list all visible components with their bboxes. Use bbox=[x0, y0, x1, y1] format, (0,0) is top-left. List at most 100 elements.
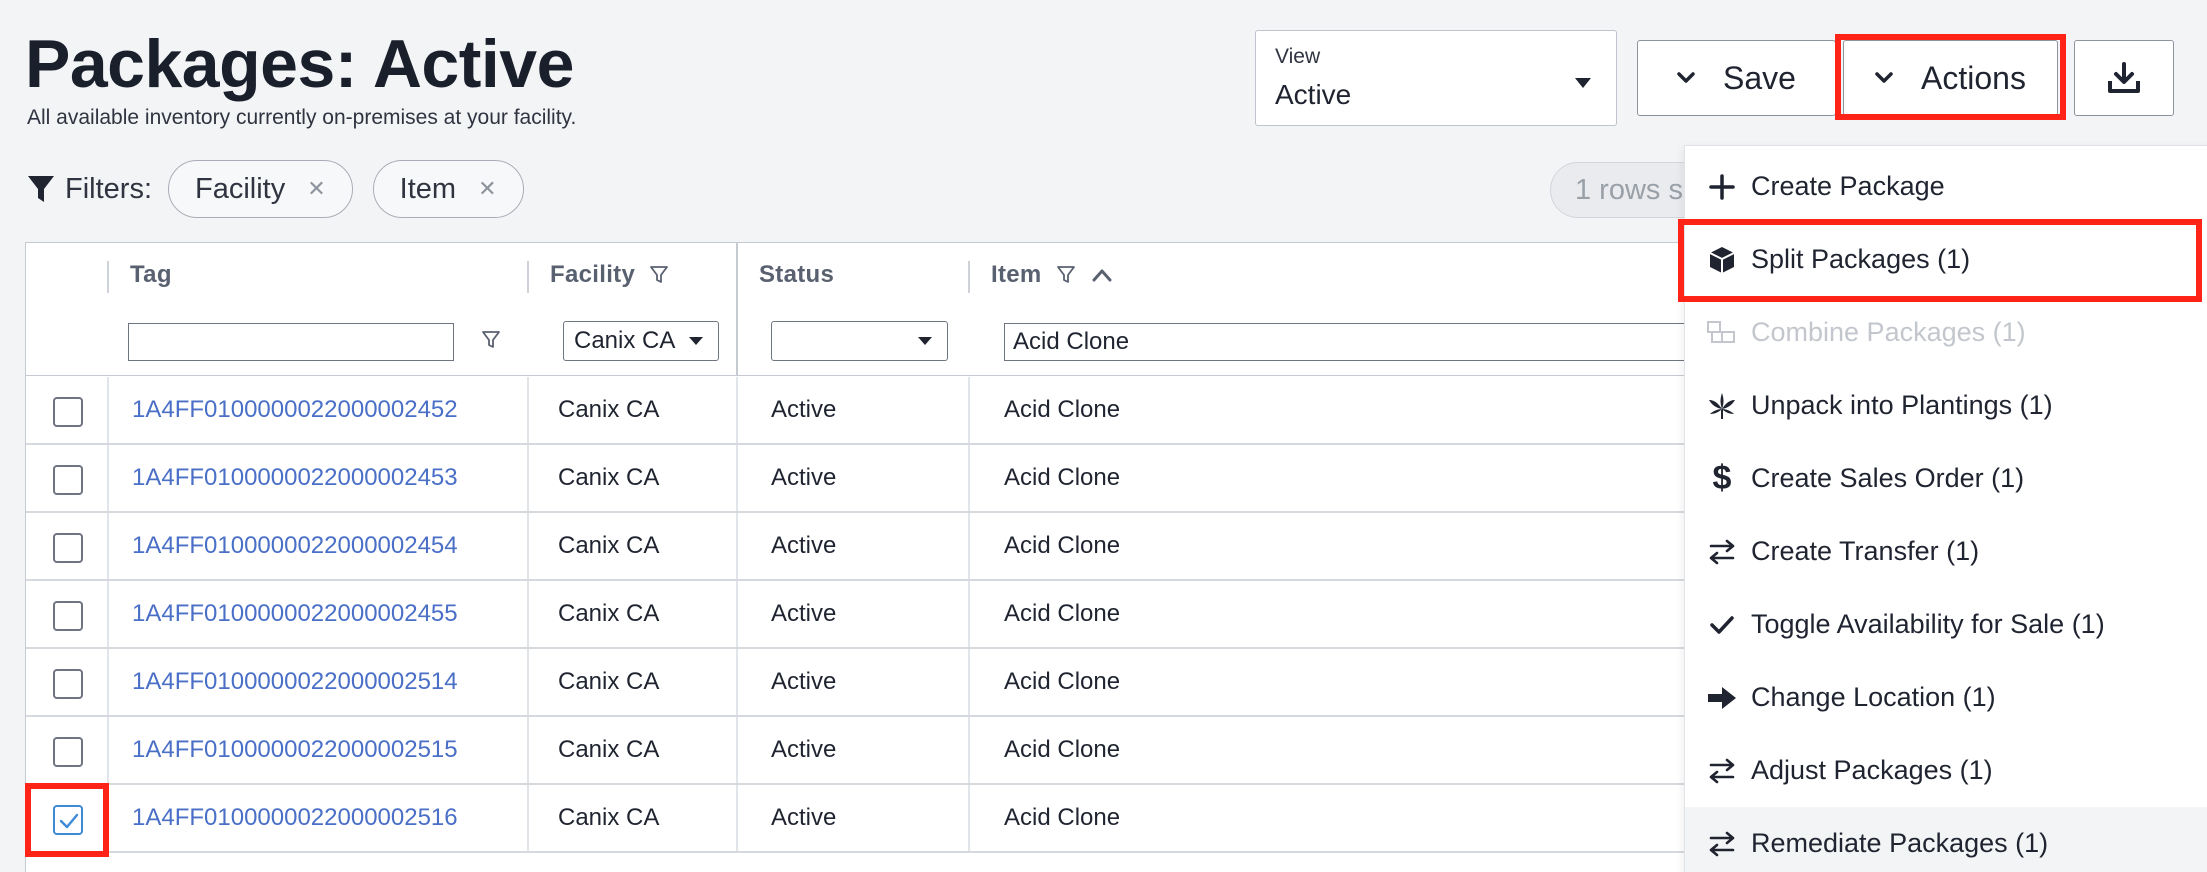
row-checkbox[interactable] bbox=[53, 737, 83, 767]
facility-cell: Canix CA bbox=[558, 736, 660, 763]
filter-outline-icon[interactable] bbox=[1056, 265, 1076, 285]
table-row[interactable]: 1A4FF0100000022000002452 Canix CA Active Ac… bbox=[26, 377, 1724, 445]
facility-cell: Canix CA bbox=[558, 396, 660, 423]
status-cell: Active bbox=[771, 396, 837, 423]
row-checkbox[interactable] bbox=[53, 669, 83, 699]
filter-chip-label: Facility bbox=[195, 172, 286, 205]
table-row[interactable]: 1A4FF0100000022000002516 Canix CA Active Ac… bbox=[26, 785, 1724, 853]
menu-item-create-sales-order[interactable]: $ Create Sales Order (1) bbox=[1685, 442, 2207, 515]
filter-chip-label: Item bbox=[399, 172, 457, 205]
tag-link[interactable]: 1A4FF0100000022000002455 bbox=[132, 581, 458, 647]
arrow-right-icon bbox=[1705, 681, 1739, 715]
actions-menu: Create Package Split Packages (1) Combin… bbox=[1684, 145, 2207, 872]
item-filter-input[interactable]: Acid Clone bbox=[1004, 323, 1704, 361]
table-row[interactable]: 1A4FF0100000022000002453 Canix CA Active Ac… bbox=[26, 445, 1724, 513]
close-icon[interactable]: ✕ bbox=[478, 176, 496, 202]
actions-button-label: Actions bbox=[1921, 59, 2026, 96]
filter-chip-facility[interactable]: Facility ✕ bbox=[168, 160, 353, 218]
tag-filter-input[interactable] bbox=[128, 323, 454, 361]
caret-down-icon bbox=[689, 337, 703, 345]
filter-chip-item[interactable]: Item ✕ bbox=[372, 160, 524, 218]
menu-item-toggle-availability[interactable]: Toggle Availability for Sale (1) bbox=[1685, 588, 2207, 661]
tag-link[interactable]: 1A4FF0100000022000002453 bbox=[132, 445, 458, 511]
view-select[interactable]: View Active bbox=[1255, 30, 1617, 126]
status-cell: Active bbox=[771, 804, 837, 831]
caret-down-icon bbox=[918, 337, 932, 345]
facility-filter-select[interactable]: Canix CA bbox=[563, 321, 719, 361]
item-cell: Acid Clone bbox=[1004, 736, 1121, 763]
column-header-facility[interactable]: Facility bbox=[550, 261, 669, 289]
filters-label: Filters: bbox=[65, 172, 152, 205]
row-checkbox[interactable] bbox=[53, 601, 83, 631]
item-cell: Acid Clone bbox=[1004, 396, 1121, 423]
row-checkbox[interactable] bbox=[53, 397, 83, 427]
table-row[interactable]: 1A4FF0100000022000002514 Canix CA Active Ac… bbox=[26, 649, 1724, 717]
tag-link[interactable]: 1A4FF0100000022000002516 bbox=[132, 785, 458, 851]
status-cell: Active bbox=[771, 464, 837, 491]
page-title: Packages: Active bbox=[25, 26, 574, 102]
exchange-icon bbox=[1705, 535, 1739, 569]
menu-item-remediate-packages[interactable]: Remediate Packages (1) bbox=[1685, 807, 2207, 872]
exchange-icon bbox=[1705, 754, 1739, 788]
facility-cell: Canix CA bbox=[558, 804, 660, 831]
table-row[interactable]: 1A4FF0100000022000002455 Canix CA Active Ac… bbox=[26, 581, 1724, 649]
chevron-down-icon bbox=[1875, 72, 1893, 84]
item-cell: Acid Clone bbox=[1004, 600, 1121, 627]
page-subtitle: All available inventory currently on-pre… bbox=[27, 106, 577, 129]
row-checkbox[interactable] bbox=[53, 805, 83, 835]
check-icon bbox=[1705, 608, 1739, 642]
box-icon bbox=[1705, 243, 1739, 277]
packages-table: Tag Facility Status Item Canix CA Acid C… bbox=[25, 242, 1725, 872]
column-header-item[interactable]: Item bbox=[991, 261, 1112, 289]
status-cell: Active bbox=[771, 532, 837, 559]
item-cell: Acid Clone bbox=[1004, 532, 1121, 559]
menu-item-adjust-packages[interactable]: Adjust Packages (1) bbox=[1685, 734, 2207, 807]
save-button-label: Save bbox=[1723, 59, 1796, 96]
menu-item-create-package[interactable]: Create Package bbox=[1685, 150, 2207, 223]
download-icon bbox=[2108, 62, 2140, 93]
menu-item-split-packages[interactable]: Split Packages (1) bbox=[1685, 223, 2207, 296]
chevron-down-icon bbox=[1677, 72, 1695, 84]
status-cell: Active bbox=[771, 668, 837, 695]
exchange-icon bbox=[1705, 827, 1739, 861]
tag-link[interactable]: 1A4FF0100000022000002514 bbox=[132, 649, 458, 715]
table-row[interactable]: 1A4FF0100000022000002515 Canix CA Active Ac… bbox=[26, 717, 1724, 785]
status-cell: Active bbox=[771, 736, 837, 763]
boxes-icon bbox=[1705, 316, 1739, 350]
menu-item-change-location[interactable]: Change Location (1) bbox=[1685, 661, 2207, 734]
facility-cell: Canix CA bbox=[558, 532, 660, 559]
facility-cell: Canix CA bbox=[558, 668, 660, 695]
tag-link[interactable]: 1A4FF0100000022000002452 bbox=[132, 377, 458, 443]
table-row[interactable]: 1A4FF0100000022000002454 Canix CA Active Ac… bbox=[26, 513, 1724, 581]
status-filter-select[interactable] bbox=[771, 321, 948, 361]
caret-down-icon bbox=[1575, 78, 1591, 88]
facility-cell: Canix CA bbox=[558, 600, 660, 627]
menu-item-combine-packages[interactable]: Combine Packages (1) bbox=[1685, 296, 2207, 369]
leaf-icon bbox=[1705, 389, 1739, 423]
facility-cell: Canix CA bbox=[558, 464, 660, 491]
menu-item-create-transfer[interactable]: Create Transfer (1) bbox=[1685, 515, 2207, 588]
column-header-status[interactable]: Status bbox=[759, 261, 834, 289]
view-select-label: View bbox=[1275, 45, 1321, 68]
menu-item-unpack-into-plantings[interactable]: Unpack into Plantings (1) bbox=[1685, 369, 2207, 442]
column-header-tag[interactable]: Tag bbox=[130, 261, 172, 289]
item-cell: Acid Clone bbox=[1004, 804, 1121, 831]
status-cell: Active bbox=[771, 600, 837, 627]
filter-outline-icon[interactable] bbox=[481, 330, 501, 350]
actions-button[interactable]: Actions bbox=[1843, 40, 2058, 116]
close-icon[interactable]: ✕ bbox=[307, 176, 325, 202]
row-checkbox[interactable] bbox=[53, 465, 83, 495]
filter-outline-icon[interactable] bbox=[649, 265, 669, 285]
tag-link[interactable]: 1A4FF0100000022000002454 bbox=[132, 513, 458, 579]
tag-link[interactable]: 1A4FF0100000022000002515 bbox=[132, 717, 458, 783]
save-button[interactable]: Save bbox=[1637, 40, 1836, 116]
row-checkbox[interactable] bbox=[53, 533, 83, 563]
plus-icon bbox=[1705, 170, 1739, 204]
item-cell: Acid Clone bbox=[1004, 464, 1121, 491]
dollar-icon: $ bbox=[1712, 459, 1732, 497]
table-header: Tag Facility Status Item Canix CA Acid C… bbox=[26, 243, 1724, 376]
filter-icon bbox=[28, 176, 54, 202]
download-button[interactable] bbox=[2074, 40, 2174, 116]
filters-bar: Filters: Facility ✕ Item ✕ bbox=[27, 160, 544, 218]
sort-asc-icon[interactable] bbox=[1092, 268, 1112, 282]
